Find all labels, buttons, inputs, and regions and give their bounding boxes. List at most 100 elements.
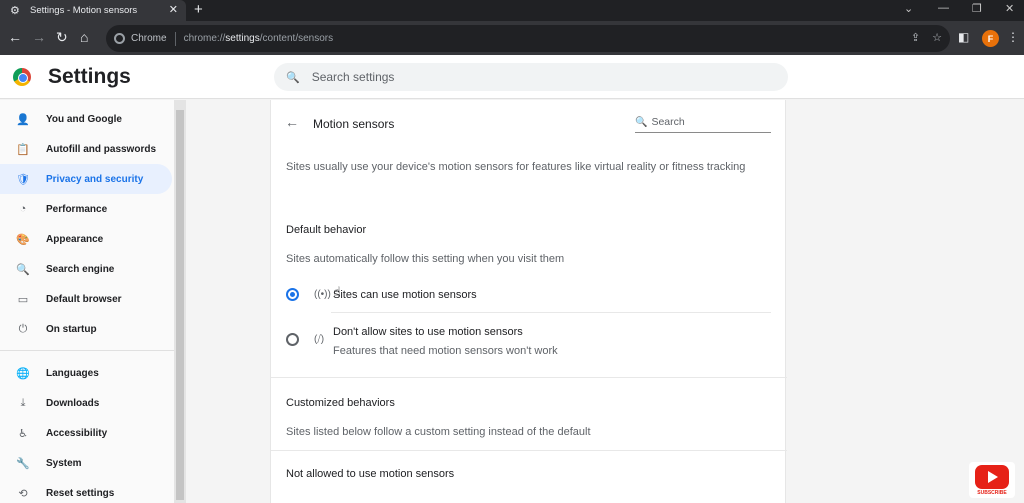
sidebar-item-label: Languages	[46, 367, 99, 379]
minimize-icon[interactable]: —	[938, 2, 949, 14]
sidebar-item-label: Accessibility	[46, 427, 108, 439]
sidebar-item-label: You and Google	[46, 113, 122, 125]
sidebar-item-languages[interactable]: 🌐 Languages	[0, 358, 172, 388]
gear-icon: ⚙	[10, 5, 20, 17]
panel-description: Sites usually use your device's motion s…	[286, 161, 746, 173]
sidebar-item-system[interactable]: 🔧 System	[0, 448, 172, 478]
chrome-icon	[114, 33, 125, 44]
search-settings-box[interactable]: 🔍	[274, 63, 788, 91]
palette-icon: 🎨	[16, 233, 30, 246]
sidebar-item-label: On startup	[46, 323, 97, 335]
speedometer-icon: ◔	[19, 203, 27, 215]
reset-icon: ⟲	[18, 487, 28, 500]
menu-icon[interactable]: ⋮	[1007, 30, 1019, 44]
sidebar-item-label: Reset settings	[46, 487, 115, 499]
sidebar-item-appearance[interactable]: 🎨 Appearance	[0, 224, 172, 254]
download-icon: ⤓	[20, 396, 26, 409]
url-prefix: chrome://	[183, 33, 226, 44]
sidebar-scrollbar[interactable]	[174, 100, 186, 503]
panel-search-box[interactable]: 🔍	[635, 112, 771, 133]
sidebar-item-label: Appearance	[46, 233, 104, 245]
sidebar-item-default-browser[interactable]: ▭ Default browser	[0, 284, 172, 314]
person-icon: 👤	[16, 113, 30, 126]
settings-header: Settings 🔍	[0, 55, 1024, 99]
search-icon: 🔍	[286, 71, 300, 84]
sidebar-item-label: Privacy and security	[46, 173, 144, 185]
tab-strip: ⚙ Settings - Motion sensors ✕ + ⌄ — ❐ ✕	[0, 0, 1024, 21]
address-bar[interactable]: Chrome chrome://settings/content/sensors…	[106, 25, 950, 52]
sidebar-item-accessibility[interactable]: ♿ Accessibility	[0, 418, 172, 448]
sidebar-item-label: Default browser	[46, 293, 122, 305]
back-arrow-icon[interactable]: ←	[285, 114, 299, 130]
scrollbar-thumb[interactable]	[176, 110, 184, 500]
sensors-off-icon: (⧸)	[314, 334, 325, 345]
option-divider	[331, 312, 771, 313]
youtube-play-icon	[975, 465, 1009, 489]
url-text[interactable]: chrome://settings/content/sensors	[184, 33, 334, 44]
power-icon: ⏻	[18, 322, 28, 335]
search-icon: 🔍	[635, 116, 648, 128]
tab-search-icon[interactable]: ⌄	[904, 2, 913, 15]
tab-settings[interactable]: ⚙ Settings - Motion sensors ✕	[0, 0, 186, 21]
omnibox-actions: ⇪ ☆	[911, 31, 942, 44]
section-divider	[271, 450, 787, 451]
url-path: /content/sensors	[259, 33, 334, 44]
share-icon[interactable]: ⇪	[911, 31, 920, 44]
panel-search-input[interactable]	[651, 116, 762, 128]
sidebar-item-label: Search engine	[46, 263, 115, 275]
sidebar-item-search-engine[interactable]: 🔍 Search engine	[0, 254, 172, 284]
option-block-sublabel: Features that need motion sensors won't …	[333, 345, 558, 357]
customized-behaviors-heading: Customized behaviors	[286, 397, 395, 409]
page-title: Settings	[48, 65, 131, 88]
browser-icon: ▭	[17, 293, 29, 306]
sidebar-item-on-startup[interactable]: ⏻ On startup	[0, 314, 172, 344]
sidebar-item-label: Downloads	[46, 397, 100, 409]
tab-title: Settings - Motion sensors	[30, 5, 138, 16]
sidebar: 👤 You and Google 📋 Autofill and passwords 🛡 P…	[0, 100, 174, 503]
side-panel-icon[interactable]: ◧	[958, 30, 969, 44]
sidebar-item-label: Autofill and passwords	[46, 143, 157, 155]
back-arrow-icon[interactable]: ←	[8, 30, 22, 44]
sensors-icon: ((•))	[314, 289, 331, 300]
site-chip[interactable]: Chrome	[114, 33, 167, 44]
radio-allow[interactable]	[286, 288, 299, 301]
section-divider	[271, 377, 787, 378]
radio-block[interactable]	[286, 333, 299, 346]
clipboard-icon: 📋	[16, 143, 30, 156]
youtube-subscribe-badge[interactable]: SUBSCRIBE	[969, 462, 1015, 498]
sidebar-item-privacy-and-security[interactable]: 🛡 Privacy and security	[0, 164, 172, 194]
sidebar-item-you-and-google[interactable]: 👤 You and Google	[0, 104, 172, 134]
sidebar-item-performance[interactable]: ◔ Performance	[0, 194, 172, 224]
new-tab-button[interactable]: +	[194, 1, 203, 18]
option-block-label[interactable]: Don't allow sites to use motion sensors	[333, 326, 523, 338]
reload-icon[interactable]: ↻	[56, 30, 68, 44]
home-icon[interactable]: ⌂	[80, 30, 88, 44]
sidebar-item-label: System	[46, 457, 82, 469]
default-behavior-subtitle: Sites automatically follow this setting …	[286, 253, 565, 265]
default-behavior-heading: Default behavior	[286, 224, 367, 236]
sidebar-item-autofill-and-passwords[interactable]: 📋 Autofill and passwords	[0, 134, 172, 164]
search-icon: 🔍	[16, 263, 30, 276]
chrome-logo-icon	[13, 68, 31, 86]
customized-behaviors-subtitle: Sites listed below follow a custom setti…	[286, 426, 591, 438]
restore-icon[interactable]: ❐	[972, 2, 982, 15]
sidebar-divider	[0, 350, 174, 351]
search-settings-input[interactable]	[311, 70, 762, 84]
sidebar-item-label: Performance	[46, 203, 108, 215]
profile-avatar[interactable]: F	[982, 30, 999, 47]
option-allow-label[interactable]: Sites can use motion sensors	[333, 289, 477, 301]
tab-close-button[interactable]: ✕	[169, 3, 178, 16]
hand-cursor-icon: ☝	[333, 284, 341, 299]
motion-sensors-card: ← Motion sensors 🔍 Sites usually use you…	[270, 100, 787, 503]
bookmark-star-icon[interactable]: ☆	[932, 31, 942, 44]
sidebar-item-reset-settings[interactable]: ⟲ Reset settings	[0, 478, 172, 503]
shield-icon: 🛡	[16, 173, 30, 186]
forward-arrow-icon[interactable]: →	[32, 30, 46, 44]
close-icon[interactable]: ✕	[1005, 2, 1014, 15]
site-name: Chrome	[131, 33, 167, 44]
divider	[174, 31, 176, 46]
globe-icon: 🌐	[16, 367, 30, 380]
accessibility-icon: ♿	[18, 427, 28, 440]
sidebar-item-downloads[interactable]: ⤓ Downloads	[0, 388, 172, 418]
panel-title: Motion sensors	[313, 117, 395, 131]
